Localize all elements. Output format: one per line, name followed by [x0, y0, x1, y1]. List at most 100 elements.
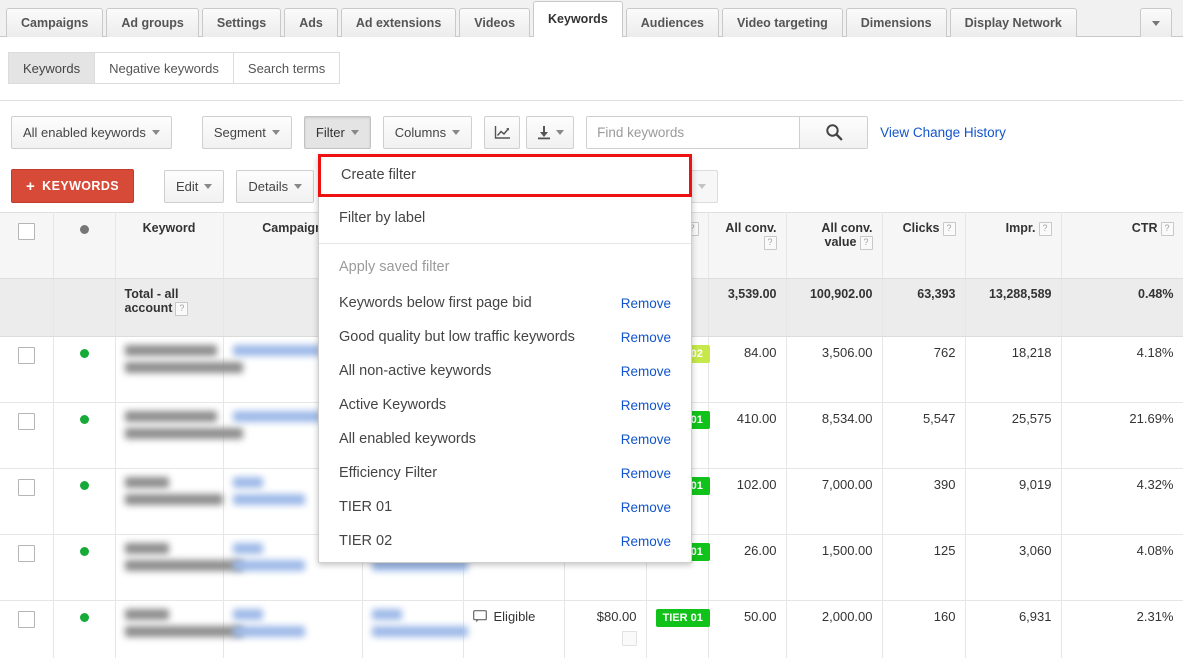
help-icon[interactable]: ?: [942, 222, 956, 236]
edit-button[interactable]: Edit: [164, 169, 225, 203]
table-row[interactable]: Eligible $80.00 TIER 01 50.00 2,000.00 160 6,9…: [0, 600, 1183, 658]
tab-display-network[interactable]: Display Network: [949, 8, 1077, 37]
help-icon[interactable]: ?: [763, 236, 777, 250]
row-checkbox[interactable]: [17, 479, 35, 496]
divider: [0, 100, 1183, 101]
tab-dimensions[interactable]: Dimensions: [845, 8, 947, 37]
row-keyword-cell[interactable]: [115, 336, 243, 403]
row-all-conv-value: 3,506.00: [786, 336, 883, 403]
tab-ad-extensions[interactable]: Ad extensions: [340, 8, 457, 37]
header-keyword[interactable]: Keyword: [115, 212, 224, 279]
row-checkbox[interactable]: [17, 611, 35, 628]
subtab-keywords[interactable]: Keywords: [8, 52, 95, 84]
redacted-text: [371, 609, 402, 620]
tab-campaigns[interactable]: Campaigns: [6, 8, 104, 37]
row-keyword-cell[interactable]: [115, 468, 224, 535]
header-all-conv[interactable]: All conv.?: [708, 212, 787, 279]
help-icon[interactable]: ?: [1038, 222, 1052, 236]
saved-filter-item[interactable]: Active Keywords Remove: [319, 388, 691, 422]
tab-audiences[interactable]: Audiences: [625, 8, 719, 37]
redacted-text: [232, 411, 321, 422]
tab-ads[interactable]: Ads: [284, 8, 338, 37]
row-status-dot-cell[interactable]: [53, 600, 116, 658]
saved-filter-item[interactable]: TIER 01 Remove: [319, 490, 691, 524]
saved-filter-item[interactable]: All non-active keywords Remove: [319, 354, 691, 388]
download-button[interactable]: [526, 115, 575, 149]
subtab-search-terms[interactable]: Search terms: [232, 52, 341, 84]
row-select-cell[interactable]: [0, 534, 54, 601]
remove-saved-filter-link[interactable]: Remove: [621, 330, 671, 345]
row-adgroup-cell[interactable]: [362, 600, 468, 658]
help-icon[interactable]: ?: [859, 236, 873, 250]
remove-saved-filter-link[interactable]: Remove: [621, 432, 671, 447]
row-checkbox[interactable]: [17, 347, 35, 364]
chevron-down-icon: [350, 129, 359, 135]
row-select-cell[interactable]: [0, 336, 54, 403]
row-keyword-cell[interactable]: [115, 402, 243, 469]
tab-label: Display Network: [964, 16, 1062, 30]
tab-label: Ad extensions: [355, 16, 442, 30]
subtab-negative-keywords[interactable]: Negative keywords: [94, 52, 233, 84]
chart-toggle-button[interactable]: [484, 115, 521, 149]
saved-filter-item[interactable]: TIER 02 Remove: [319, 524, 691, 558]
row-keyword-cell[interactable]: [115, 600, 243, 658]
tab-video-targeting[interactable]: Video targeting: [722, 8, 843, 37]
subtab-label: Negative keywords: [109, 61, 219, 76]
row-campaign-cell[interactable]: [223, 600, 363, 658]
row-keyword-cell[interactable]: [115, 534, 243, 601]
row-checkbox[interactable]: [17, 545, 35, 562]
remove-saved-filter-link[interactable]: Remove: [621, 398, 671, 413]
tab-keywords[interactable]: Keywords: [533, 1, 623, 37]
segment-button[interactable]: Segment: [201, 115, 292, 149]
remove-saved-filter-link[interactable]: Remove: [621, 466, 671, 481]
redacted-text: [371, 626, 468, 637]
columns-button[interactable]: Columns: [382, 115, 473, 149]
view-change-history-link[interactable]: View Change History: [880, 125, 1006, 140]
saved-filter-item[interactable]: Keywords below first page bid Remove: [319, 286, 691, 320]
remove-saved-filter-link[interactable]: Remove: [621, 534, 671, 549]
tab-settings[interactable]: Settings: [201, 8, 282, 37]
row-status-dot-cell[interactable]: [53, 402, 116, 469]
header-clicks[interactable]: Clicks?: [882, 212, 966, 279]
chevron-down-icon: [204, 183, 213, 189]
tab-ad-groups[interactable]: Ad groups: [106, 8, 199, 37]
menu-item-filter-by-label[interactable]: Filter by label: [319, 197, 691, 240]
saved-filter-item[interactable]: Efficiency Filter Remove: [319, 456, 691, 490]
filter-toolbar: All enabled keywords Segment Filter Colu…: [0, 104, 1183, 160]
remove-saved-filter-link[interactable]: Remove: [621, 296, 671, 311]
scope-selector-button[interactable]: All enabled keywords: [11, 115, 172, 149]
help-icon[interactable]: ?: [175, 302, 189, 316]
remove-saved-filter-link[interactable]: Remove: [621, 500, 671, 515]
row-labels-cell[interactable]: TIER 01: [646, 600, 710, 658]
row-status-dot-cell[interactable]: [53, 468, 116, 535]
row-select-cell[interactable]: [0, 468, 54, 535]
row-bid-cell[interactable]: $80.00: [564, 600, 647, 658]
add-keywords-button[interactable]: + KEYWORDS: [11, 169, 134, 203]
row-select-cell[interactable]: [0, 402, 54, 469]
row-status-dot-cell[interactable]: [53, 336, 116, 403]
bid-value: $80.00: [596, 609, 637, 624]
filter-button[interactable]: Filter: [303, 115, 371, 149]
remove-saved-filter-link[interactable]: Remove: [621, 364, 671, 379]
header-all-conv-value[interactable]: All conv. value?: [786, 212, 883, 279]
header-status-dot[interactable]: [53, 212, 116, 279]
select-all-checkbox[interactable]: [17, 223, 35, 240]
more-tabs-button[interactable]: [1140, 8, 1172, 37]
search-input[interactable]: [587, 116, 800, 148]
header-impr[interactable]: Impr.?: [965, 212, 1062, 279]
saved-filter-item[interactable]: Good quality but low traffic keywords Rem…: [319, 320, 691, 354]
row-status-cell: Eligible: [463, 600, 565, 658]
row-select-cell[interactable]: [0, 600, 54, 658]
row-checkbox[interactable]: [17, 413, 35, 430]
search-button[interactable]: [799, 116, 868, 148]
tab-videos[interactable]: Videos: [459, 8, 531, 37]
menu-item-create-filter[interactable]: Create filter: [318, 154, 692, 197]
header-select-all[interactable]: [0, 212, 54, 279]
help-icon[interactable]: ?: [1160, 222, 1174, 236]
details-button[interactable]: Details: [236, 169, 315, 203]
redacted-text: [232, 345, 321, 356]
row-status-dot-cell[interactable]: [53, 534, 116, 601]
header-ctr[interactable]: CTR?: [1061, 212, 1183, 279]
saved-filter-item[interactable]: All enabled keywords Remove: [319, 422, 691, 456]
search-icon: [825, 124, 842, 141]
